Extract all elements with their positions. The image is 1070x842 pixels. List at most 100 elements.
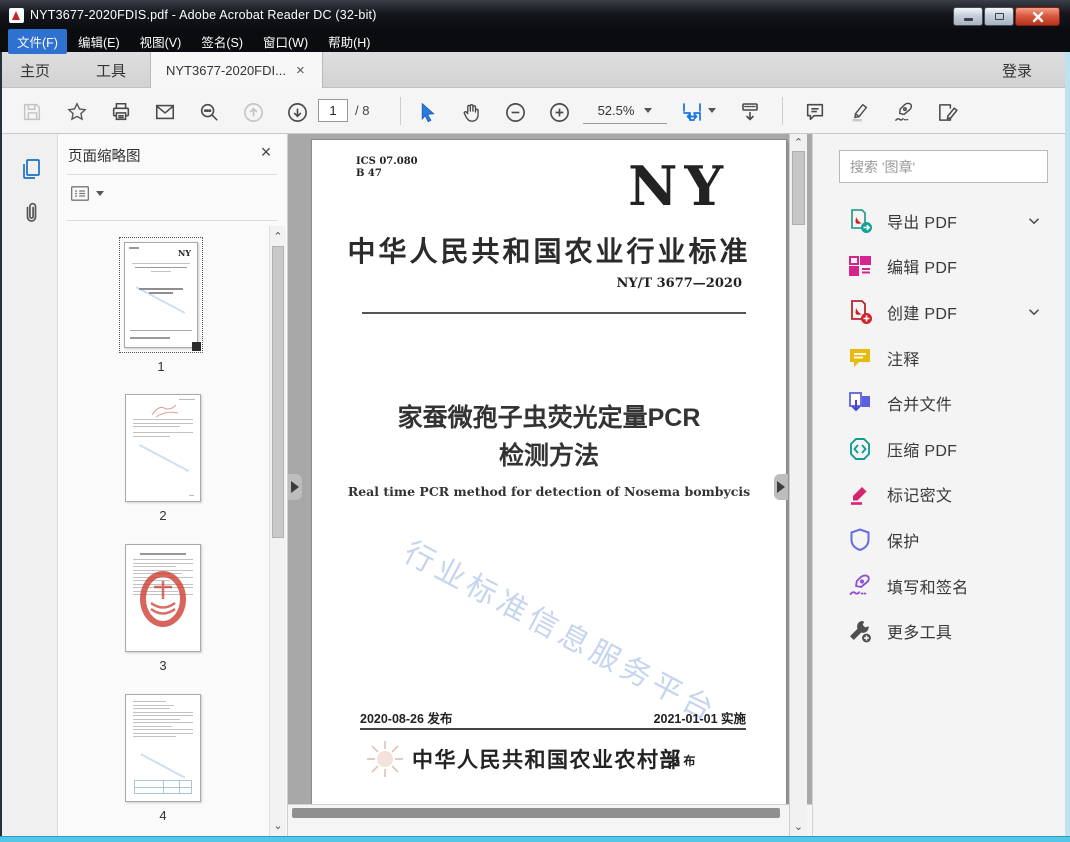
comment-button[interactable] — [803, 100, 827, 124]
search-icon — [200, 103, 218, 121]
tab-home[interactable]: 主页 — [20, 52, 50, 88]
select-tool-button[interactable] — [415, 100, 439, 124]
fit-width-button[interactable] — [680, 100, 704, 124]
scroll-up-icon[interactable]: ⌃ — [270, 230, 286, 243]
page-display-button[interactable] — [738, 100, 762, 124]
tab-document[interactable]: NYT3677-2020FDI... × — [150, 52, 323, 88]
fill-sign-button[interactable] — [935, 100, 959, 124]
sign-in-button[interactable]: 登录 — [1002, 52, 1032, 88]
window-border-right — [1065, 52, 1070, 842]
fountain-pen-icon — [894, 102, 912, 121]
tool-export-pdf[interactable]: 导出 PDF — [813, 198, 1065, 244]
menu-bar: 文件(F) 编辑(E) 视图(V) 签名(S) 窗口(W) 帮助(H) — [0, 28, 1070, 54]
compress-pdf-icon — [847, 436, 873, 462]
menu-view[interactable]: 视图(V) — [131, 29, 191, 54]
tab-bar: 主页 工具 NYT3677-2020FDI... × ? 登录 — [0, 52, 1070, 131]
thumbnails-scrollbar[interactable]: ⌃ ⌄ — [269, 226, 286, 836]
acrobat-app-icon — [9, 7, 24, 23]
fill-sign-pen-icon — [847, 573, 873, 599]
thumbnail-page-3[interactable]: 3 — [125, 544, 201, 673]
maximize-button[interactable] — [984, 7, 1014, 26]
next-page-button[interactable] — [285, 100, 309, 124]
page-thumbnails-rail-button[interactable] — [18, 156, 44, 182]
attachments-rail-button[interactable] — [18, 200, 44, 226]
export-pdf-icon — [847, 208, 873, 234]
zoom-in-button[interactable] — [547, 100, 571, 124]
combine-files-icon — [847, 390, 873, 416]
favorite-button[interactable] — [65, 100, 89, 124]
right-panel-collapse-handle[interactable] — [774, 474, 788, 500]
header-rule — [362, 312, 746, 314]
thumbnail-options-button[interactable] — [70, 185, 104, 202]
menu-window[interactable]: 窗口(W) — [254, 29, 317, 54]
ny-logo: NY — [628, 154, 730, 218]
menu-edit[interactable]: 编辑(E) — [69, 29, 129, 54]
minus-circle-icon — [505, 102, 525, 122]
menu-file[interactable]: 文件(F) — [8, 28, 67, 54]
document-scrollbar[interactable]: ⌃ ⌄ — [789, 134, 807, 836]
menu-help[interactable]: 帮助(H) — [319, 29, 379, 54]
tool-create-pdf[interactable]: 创建 PDF — [813, 289, 1065, 335]
save-button[interactable] — [20, 100, 44, 124]
star-icon — [67, 102, 87, 121]
scroll-down-icon[interactable]: ⌄ — [270, 819, 286, 832]
zoom-level-select[interactable]: 52.5% — [583, 98, 667, 124]
hand-tool-button[interactable] — [459, 100, 483, 124]
fit-width-icon — [683, 103, 701, 121]
minimize-button[interactable] — [953, 7, 983, 26]
tool-more-tools[interactable]: 更多工具 — [813, 608, 1065, 654]
highlighter-icon — [852, 103, 868, 122]
tools-search-input[interactable] — [839, 150, 1048, 183]
more-tools-wrench-icon — [847, 618, 873, 644]
protect-shield-icon — [847, 527, 873, 553]
tool-fill-sign[interactable]: 填写和签名 — [813, 563, 1065, 609]
thumbnail-page-2[interactable]: 2 — [125, 394, 201, 523]
tab-tools[interactable]: 工具 — [96, 52, 126, 88]
left-panel-collapse-handle[interactable] — [288, 474, 302, 500]
tool-combine-files[interactable]: 合并文件 — [813, 380, 1065, 426]
chevron-down-icon[interactable] — [1025, 303, 1043, 321]
comment-icon — [847, 345, 873, 371]
panel-close-button[interactable]: × — [256, 142, 276, 163]
print-button[interactable] — [109, 100, 133, 124]
scrollbar-thumb[interactable] — [272, 246, 284, 538]
sign-button[interactable] — [891, 100, 915, 124]
fit-width-chevron-icon[interactable] — [708, 108, 716, 113]
pointer-icon — [421, 102, 435, 122]
horizontal-scrollbar[interactable] — [288, 804, 812, 836]
zoom-out-button[interactable] — [503, 100, 527, 124]
chevron-down-icon[interactable] — [1025, 212, 1043, 230]
thumbnail-page-number: 4 — [159, 808, 167, 823]
page-number-input[interactable] — [318, 99, 348, 122]
collapse-arrow-icon — [291, 481, 299, 493]
thumbnail-page-4[interactable]: 4 — [125, 694, 201, 823]
tool-compress-pdf[interactable]: 压缩 PDF — [813, 426, 1065, 472]
tool-redact[interactable]: 标记密文 — [813, 472, 1065, 518]
document-scrollbar-thumb[interactable] — [792, 151, 805, 225]
document-viewport[interactable]: ICS 07.080 B 47 NY 中华人民共和国农业行业标准 NY/T 36… — [288, 134, 812, 836]
search-tool-button[interactable] — [197, 100, 221, 124]
thumbnail-page-1[interactable]: NY 1 — [119, 237, 203, 374]
scroll-down-icon[interactable]: ⌄ — [790, 820, 807, 833]
tool-edit-pdf[interactable]: 编辑 PDF — [813, 244, 1065, 290]
tool-protect[interactable]: 保护 — [813, 517, 1065, 563]
page-thumbnails-icon — [23, 159, 40, 179]
divider — [67, 174, 277, 175]
collapse-arrow-icon — [777, 481, 785, 493]
zoom-level-value: 52.5% — [597, 103, 635, 118]
thumbnail-table — [134, 780, 192, 794]
tool-comment[interactable]: 注释 — [813, 335, 1065, 381]
highlight-button[interactable] — [848, 100, 872, 124]
email-button[interactable] — [153, 100, 177, 124]
horizontal-scrollbar-thumb[interactable] — [292, 808, 780, 818]
tab-close-icon[interactable]: × — [296, 62, 305, 79]
implement-date: 2021-01-01 实施 — [653, 712, 746, 726]
menu-sign[interactable]: 签名(S) — [192, 29, 252, 54]
title-bar: NYT3677-2020FDIS.pdf - Adobe Acrobat Rea… — [0, 0, 1070, 30]
previous-page-button[interactable] — [241, 100, 265, 124]
window-border-left — [0, 52, 2, 842]
thumbnail-image-1: NY — [124, 242, 198, 348]
page-total-label: / 8 — [355, 103, 370, 118]
scroll-up-icon[interactable]: ⌃ — [790, 136, 807, 149]
close-button[interactable] — [1015, 7, 1060, 26]
